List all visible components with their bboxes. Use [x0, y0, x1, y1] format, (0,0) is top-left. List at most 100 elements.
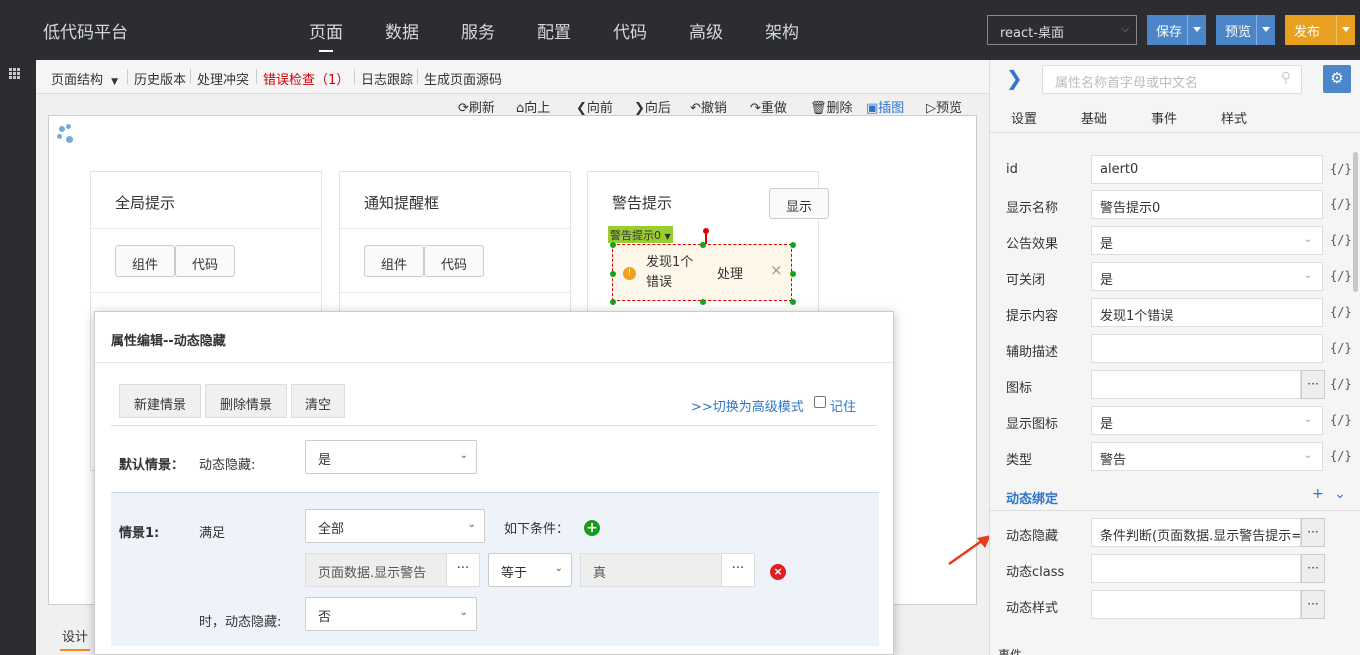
icon-picker-button[interactable]: ··· [1301, 370, 1325, 399]
prop-input-dynamic-hidden[interactable]: 条件判断(页面数据.显示警告提示== [1091, 518, 1301, 547]
operator-select[interactable]: 等于 ⌄ [488, 553, 572, 587]
prop-select-show-icon[interactable]: 是 ⌄ [1091, 406, 1323, 435]
remember-checkbox[interactable] [814, 396, 826, 408]
resize-handle[interactable] [790, 299, 796, 305]
add-icon[interactable]: + [1312, 486, 1324, 502]
redo-action[interactable]: ↷重做 [750, 97, 787, 116]
clear-button[interactable]: 清空 [291, 384, 345, 418]
prop-input-icon[interactable] [1091, 370, 1301, 399]
code-toggle-icon[interactable]: {/} [1330, 269, 1352, 283]
resize-handle[interactable] [700, 242, 706, 248]
field-picker-button[interactable]: ··· [446, 553, 480, 587]
collapse-panel-icon[interactable]: ❯ [1006, 66, 1023, 90]
insert-image-action[interactable]: ▣插图 [866, 97, 904, 116]
add-condition-icon[interactable]: + [584, 520, 600, 536]
resize-handle[interactable] [790, 271, 796, 277]
save-button[interactable]: 保存 [1147, 15, 1206, 45]
prop-select-type[interactable]: 警告 ⌄ [1091, 442, 1323, 471]
code-toggle-icon[interactable]: {/} [1330, 341, 1352, 355]
delete-condition-icon[interactable]: × [770, 564, 786, 580]
value-picker-button[interactable]: ··· [721, 553, 755, 587]
alert-component[interactable]: ! 发现1个错误 处理 × [610, 242, 796, 305]
preview-button[interactable]: 预览 [1216, 15, 1275, 45]
apps-grid-icon[interactable] [9, 68, 21, 80]
dynamic-class-editor-button[interactable]: ··· [1301, 554, 1325, 583]
log-trace-link[interactable]: 日志跟踪 [361, 69, 413, 88]
resolve-conflict-link[interactable]: 处理冲突 [197, 69, 249, 88]
dynamic-style-editor-button[interactable]: ··· [1301, 590, 1325, 619]
condition-value-input[interactable]: 真 [580, 553, 722, 587]
save-dropdown-icon[interactable] [1187, 15, 1206, 45]
component-tag[interactable]: 警告提示0 ▼ [608, 226, 673, 243]
code-toggle-icon[interactable]: {/} [1330, 233, 1352, 247]
prop-input-dynamic-class[interactable] [1091, 554, 1301, 583]
prop-input-message[interactable]: 发现1个错误 [1091, 298, 1323, 327]
code-button[interactable]: 代码 [424, 245, 484, 277]
resize-handle[interactable] [700, 299, 706, 305]
tab-settings[interactable]: 设置 [1011, 108, 1037, 127]
code-button[interactable]: 代码 [175, 245, 235, 277]
advanced-mode-link[interactable]: >>切换为高级模式 [691, 396, 804, 415]
alert-action[interactable]: 处理 [717, 263, 743, 282]
tab-events[interactable]: 事件 [1151, 108, 1177, 127]
nav-page[interactable]: 页面 [309, 18, 343, 52]
nav-architecture[interactable]: 架构 [765, 18, 799, 43]
backward-action[interactable]: ❯向后 [634, 97, 671, 116]
code-toggle-icon[interactable]: {/} [1330, 449, 1352, 463]
tab-style[interactable]: 样式 [1221, 108, 1247, 127]
resize-handle[interactable] [610, 271, 616, 277]
resize-handle[interactable] [790, 242, 796, 248]
up-action[interactable]: ⌂向上 [516, 97, 550, 116]
dynamic-hidden-editor-button[interactable]: ··· [1301, 518, 1325, 547]
section-dynamic-binding[interactable]: 动态绑定 [1006, 488, 1058, 507]
preview-dropdown-icon[interactable] [1256, 15, 1275, 45]
gear-icon[interactable]: ⚙ [1323, 65, 1351, 93]
tab-design[interactable]: 设计 [59, 626, 91, 651]
nav-config[interactable]: 配置 [537, 18, 571, 43]
match-select[interactable]: 全部 ⌄ [305, 509, 485, 543]
page-structure-menu[interactable]: 页面结构 ▼ [51, 69, 118, 88]
code-toggle-icon[interactable]: {/} [1330, 197, 1352, 211]
nav-data[interactable]: 数据 [385, 18, 419, 43]
code-toggle-icon[interactable]: {/} [1330, 377, 1352, 391]
prop-select-closable[interactable]: 是 ⌄ [1091, 262, 1323, 291]
forward-action[interactable]: ❮向前 [576, 97, 613, 116]
new-scenario-button[interactable]: 新建情景 [119, 384, 201, 418]
nav-service[interactable]: 服务 [461, 18, 495, 43]
when-hidden-select[interactable]: 否 ⌄ [305, 597, 477, 631]
prop-input-id[interactable]: alert0 [1091, 155, 1323, 184]
prop-select-banner[interactable]: 是 ⌄ [1091, 226, 1323, 255]
generate-source-link[interactable]: 生成页面源码 [424, 69, 502, 88]
condition-field-input[interactable]: 页面数据.显示警告 [305, 553, 447, 587]
code-toggle-icon[interactable]: {/} [1330, 413, 1352, 427]
publish-button[interactable]: 发布 [1285, 15, 1355, 45]
error-check-link[interactable]: 错误检查（1） [263, 69, 349, 88]
code-toggle-icon[interactable]: {/} [1330, 305, 1352, 319]
resize-handle[interactable] [610, 242, 616, 248]
property-search-input[interactable]: 属性名称首字母或中文名 ⚲ [1042, 65, 1302, 94]
publish-dropdown-icon[interactable] [1336, 15, 1355, 45]
show-button[interactable]: 显示 [769, 188, 829, 219]
panel-scrollbar[interactable] [1353, 152, 1358, 292]
nav-advanced[interactable]: 高级 [689, 18, 723, 43]
default-hidden-select[interactable]: 是 ⌄ [305, 440, 477, 474]
undo-action[interactable]: ↶撤销 [690, 97, 727, 116]
environment-select[interactable]: react-桌面 ⌵ [987, 15, 1137, 45]
delete-action[interactable]: 🗑删除 [810, 97, 853, 116]
refresh-action[interactable]: ⟳刷新 [458, 97, 495, 116]
code-toggle-icon[interactable]: {/} [1330, 162, 1352, 176]
prop-input-description[interactable] [1091, 334, 1323, 363]
preview-action[interactable]: ▷预览 [926, 97, 962, 116]
component-button[interactable]: 组件 [364, 245, 424, 277]
section-events[interactable]: 事件 [998, 646, 1022, 655]
component-button[interactable]: 组件 [115, 245, 175, 277]
history-version-link[interactable]: 历史版本 [134, 69, 186, 88]
prop-input-display-name[interactable]: 警告提示0 [1091, 190, 1323, 219]
delete-scenario-button[interactable]: 删除情景 [205, 384, 287, 418]
close-icon[interactable]: × [770, 261, 783, 279]
nav-code[interactable]: 代码 [613, 18, 647, 43]
tab-basic[interactable]: 基础 [1081, 108, 1107, 127]
prop-input-dynamic-style[interactable] [1091, 590, 1301, 619]
chevron-down-icon[interactable]: ⌄ [1334, 486, 1346, 502]
resize-handle[interactable] [610, 299, 616, 305]
